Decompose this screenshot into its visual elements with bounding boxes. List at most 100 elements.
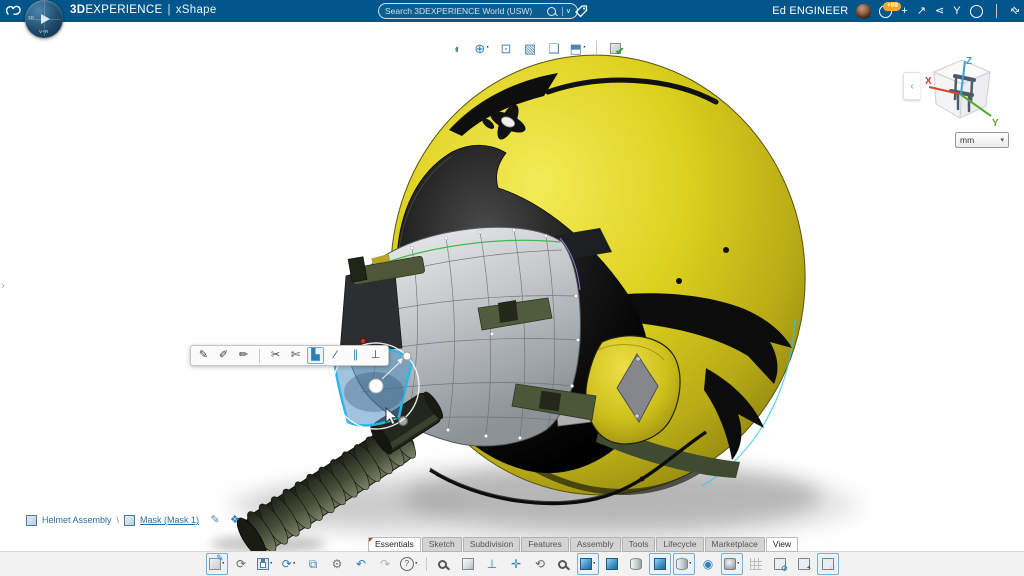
corner-handle[interactable] <box>403 352 411 360</box>
breadcrumb-current-link[interactable]: Mask (Mask 1) <box>140 515 199 525</box>
tab-assembly[interactable]: Assembly <box>570 537 621 552</box>
ambient-occlusion-dropdown-caret[interactable]: · <box>737 559 740 569</box>
render-style-icon: ◐ <box>454 42 462 55</box>
zoom-region-button[interactable]: ⊡ <box>496 38 516 58</box>
iso-view-button[interactable] <box>457 553 479 575</box>
bottom-toolbar: ·⟳·⟳·⧉⚙↶↷?·⊥✛⟲··◉· <box>0 551 1024 576</box>
tab-marketplace[interactable]: Marketplace <box>705 537 765 552</box>
design-intent-button[interactable]: · <box>206 553 228 575</box>
zoom-button[interactable] <box>553 553 575 575</box>
navigate-button[interactable]: ⊕· <box>472 38 492 58</box>
duplicate-icon: ⧉ <box>309 558 318 570</box>
untrim-icon: ✄ <box>291 350 300 361</box>
trim-button[interactable]: ✂ <box>267 347 284 364</box>
zoom-fit-button[interactable] <box>433 553 455 575</box>
notifications-button[interactable]: ✓+99 <box>879 5 892 18</box>
shaded-with-edges-icon <box>580 558 592 570</box>
collapse-window-button[interactable]: ⇄ <box>1010 6 1018 16</box>
refresh-dropdown-caret[interactable]: · <box>293 559 296 569</box>
ambient-occlusion-button[interactable]: · <box>721 553 743 575</box>
related-parts-icon: ❖ <box>230 515 240 526</box>
global-search[interactable]: ∨ <box>378 3 578 19</box>
rotate-button[interactable]: ⟲ <box>529 553 551 575</box>
duplicate-button[interactable]: ⧉ <box>302 553 324 575</box>
normal-to-button[interactable]: ⊥ <box>481 553 503 575</box>
grid-button[interactable] <box>745 553 767 575</box>
view-modes-button[interactable]: ⬒· <box>568 38 588 58</box>
settings-button[interactable]: ⚙ <box>326 553 348 575</box>
line-button[interactable]: ∕ <box>327 347 344 364</box>
left-panel-expand-icon[interactable]: › <box>1 280 5 292</box>
user-name[interactable]: Ed ENGINEER <box>772 5 848 17</box>
search-icon[interactable] <box>547 7 556 16</box>
nav-cube[interactable]: X Y Z <box>922 54 1004 138</box>
center-handle[interactable] <box>369 379 383 393</box>
undo-button[interactable]: ↶ <box>350 553 372 575</box>
breadcrumb-root-link[interactable]: Helmet Assembly <box>42 515 112 525</box>
shaded-button[interactable] <box>601 553 623 575</box>
view-modes-dropdown-caret[interactable]: · <box>583 43 586 53</box>
line-icon: ∕ <box>335 350 337 361</box>
app-name: xShape <box>176 4 217 16</box>
shaded-mode-button[interactable] <box>649 553 671 575</box>
search-scope-chevron-icon[interactable]: ∨ <box>566 7 571 15</box>
help-button[interactable]: ?· <box>398 553 420 575</box>
tab-essentials[interactable]: Essentials <box>368 537 421 552</box>
sculpt-brush-button[interactable]: ✐ <box>215 347 232 364</box>
units-dropdown[interactable]: mm ▾ <box>955 132 1009 148</box>
display-toggle-button[interactable] <box>817 553 839 575</box>
related-parts-button[interactable]: ❖· <box>229 512 245 528</box>
visibility-button[interactable]: ◉ <box>697 553 719 575</box>
tab-sketch[interactable]: Sketch <box>422 537 462 552</box>
collaborate-icon: ⋖ <box>935 6 944 17</box>
capture-button[interactable]: ▧ <box>520 38 540 58</box>
edit-curve-button[interactable]: ✎ <box>195 347 212 364</box>
tab-features[interactable]: Features <box>521 537 569 552</box>
save-button[interactable]: · <box>254 553 276 575</box>
nav-cube-collapse-button[interactable]: ‹ <box>903 72 920 100</box>
align-faces-button[interactable]: ▙ <box>307 347 324 364</box>
refresh-button[interactable]: ⟳· <box>278 553 300 575</box>
tab-lifecycle[interactable]: Lifecycle <box>656 537 703 552</box>
untrim-button[interactable]: ✄ <box>287 347 304 364</box>
save-dropdown-caret[interactable]: · <box>270 559 273 569</box>
tab-tools[interactable]: Tools <box>622 537 656 552</box>
add-content-button[interactable]: + <box>901 6 907 17</box>
model-check-button[interactable] <box>605 38 625 58</box>
capture-icon: ▧ <box>524 42 536 55</box>
shaded-with-edges-button[interactable]: · <box>577 553 599 575</box>
3d-compass[interactable]: 3D V+R <box>25 0 63 38</box>
navigate-dropdown-caret[interactable]: · <box>486 43 489 53</box>
shaded-with-edges-dropdown-caret[interactable]: · <box>593 559 596 569</box>
tab-view[interactable]: View <box>766 537 798 552</box>
grid-icon <box>750 558 762 570</box>
share-icon: ↗ <box>917 6 926 17</box>
edit-face-button[interactable]: ✏ <box>235 347 252 364</box>
render-style-button[interactable]: ◐ <box>448 38 468 58</box>
help-button[interactable]: ? <box>970 5 983 18</box>
hidden-line-button[interactable]: · <box>673 553 695 575</box>
select-volume-button[interactable]: ❏ <box>544 38 564 58</box>
help-dropdown-caret[interactable]: · <box>415 559 418 569</box>
wireframe-button[interactable] <box>625 553 647 575</box>
model-views-button[interactable]: ⟳ <box>230 553 252 575</box>
redo-button[interactable]: ↷ <box>374 553 396 575</box>
hidden-line-dropdown-caret[interactable]: · <box>689 559 692 569</box>
units-value: mm <box>960 135 974 145</box>
3dswym-button[interactable]: Y <box>953 6 960 17</box>
related-parts-dropdown-caret[interactable]: · <box>241 515 244 525</box>
pan-button[interactable]: ✛ <box>505 553 527 575</box>
user-avatar[interactable] <box>856 4 871 19</box>
display-pointer-button[interactable] <box>793 553 815 575</box>
tag-icon[interactable] <box>574 4 588 18</box>
share-button[interactable]: ↗ <box>917 6 926 17</box>
parallel-button[interactable]: ∥ <box>347 347 364 364</box>
search-input[interactable] <box>385 6 544 16</box>
display-performance-button[interactable] <box>769 553 791 575</box>
perpendicular-button[interactable]: ⊥ <box>367 347 384 364</box>
edit-part-button[interactable]: ✎ <box>207 512 223 528</box>
tab-subdivision[interactable]: Subdivision <box>463 537 520 552</box>
dassault-systemes-logo[interactable] <box>5 3 23 18</box>
3d-viewport[interactable] <box>0 0 1024 576</box>
collaborate-button[interactable]: ⋖ <box>935 6 944 17</box>
